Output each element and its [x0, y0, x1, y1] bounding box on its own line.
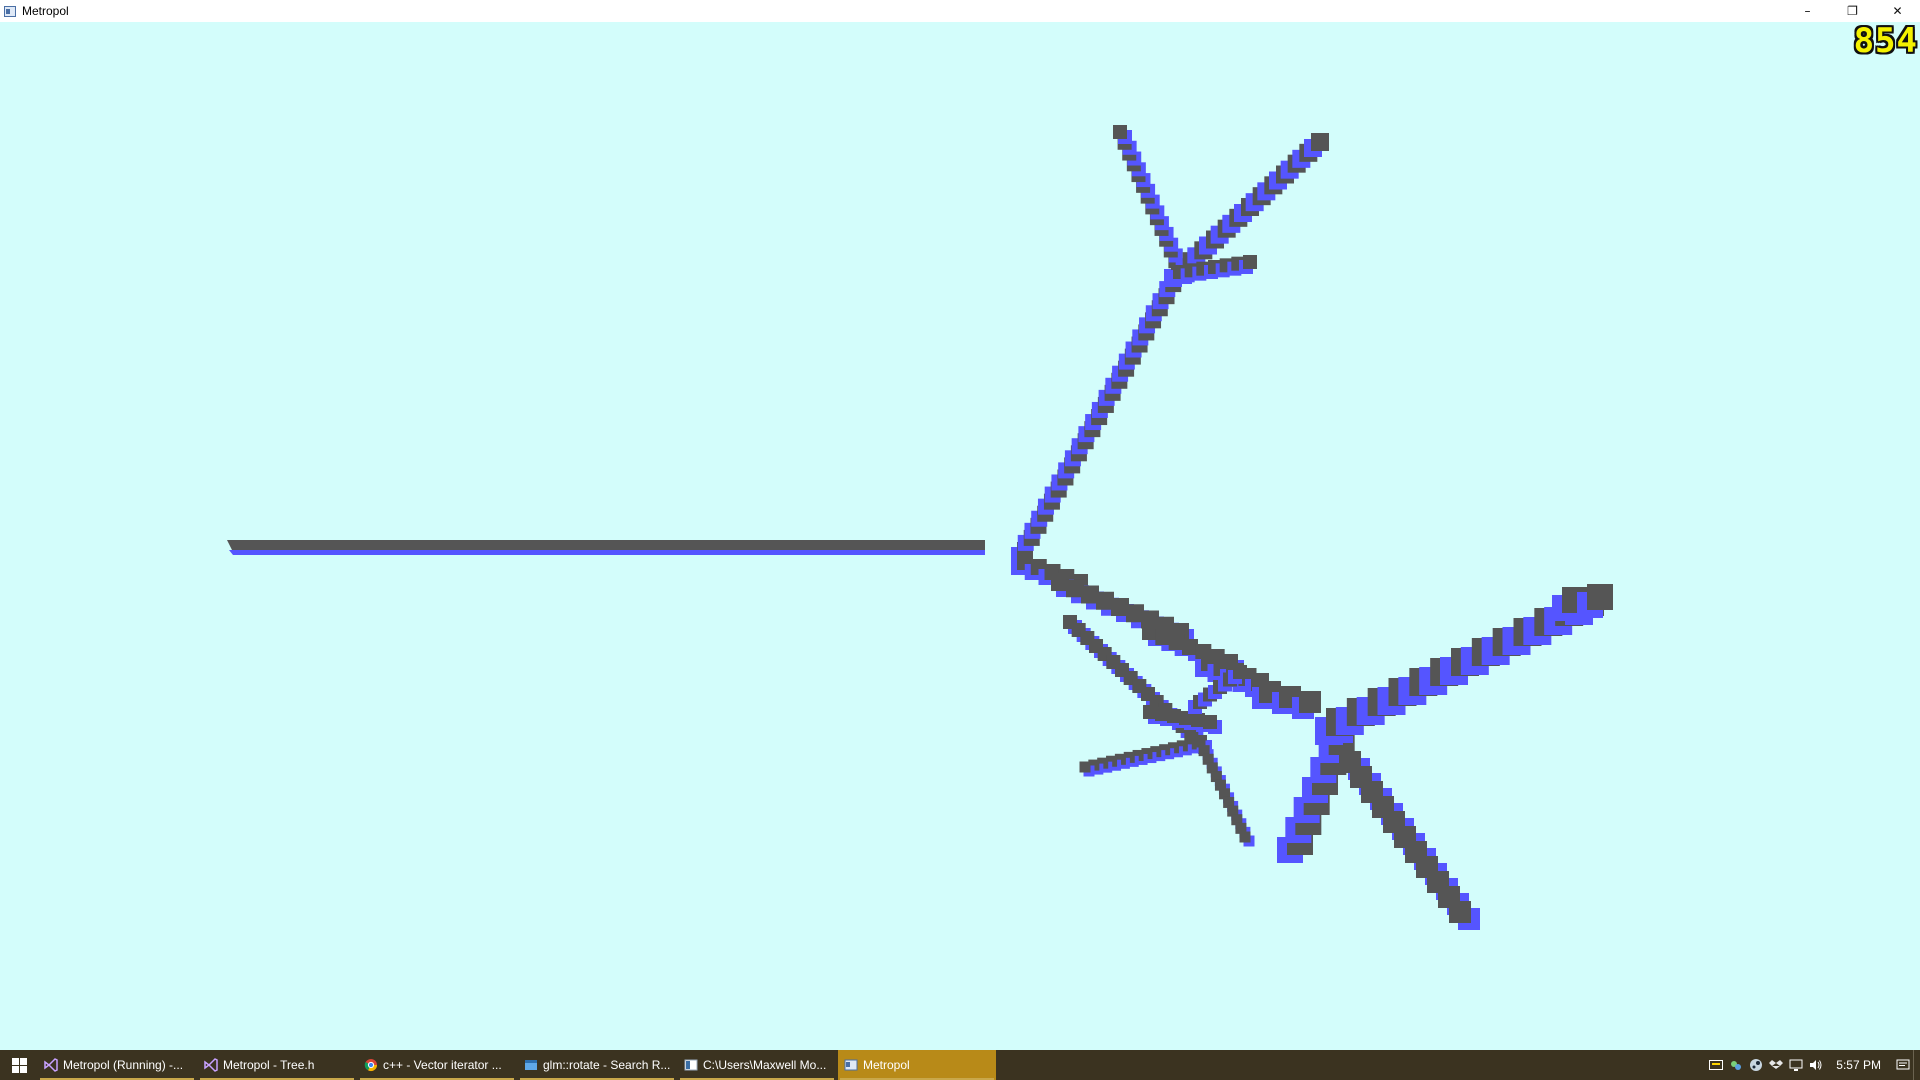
chrome-icon [364, 1058, 378, 1072]
network-app-icon[interactable] [1728, 1057, 1744, 1073]
start-button[interactable] [0, 1050, 38, 1080]
network-icon[interactable] [1788, 1057, 1804, 1073]
taskbar-item-explorer[interactable]: C:\Users\Maxwell Mo... [678, 1050, 836, 1080]
minimize-icon: – [1804, 4, 1811, 18]
taskbar-item-label: C:\Users\Maxwell Mo... [703, 1058, 827, 1072]
browser-icon [524, 1058, 538, 1072]
title-bar: Metropol – ❐ ✕ [0, 0, 1920, 22]
voxel-top-face [1243, 255, 1257, 269]
taskbar-item-glm-search[interactable]: glm::rotate - Search R... [518, 1050, 676, 1080]
taskbar-item-metropol[interactable]: Metropol [838, 1050, 996, 1080]
voxel-top-face [1311, 133, 1329, 151]
close-button[interactable]: ✕ [1875, 0, 1920, 22]
windows-logo-icon [11, 1057, 27, 1073]
trunk-beam-side [229, 550, 985, 555]
voxel-top-face [1203, 715, 1217, 729]
voxel-top-face [1079, 761, 1091, 773]
voxel-top-face [1449, 901, 1471, 923]
voxel-top-face [1143, 705, 1157, 719]
taskbar-clock[interactable]: 5:57 PM [1836, 1058, 1881, 1072]
taskbar-item-label: Metropol [863, 1058, 910, 1072]
explorer-icon [684, 1058, 698, 1072]
taskbar-item-metropol-running[interactable]: Metropol (Running) -... [38, 1050, 196, 1080]
render-viewport[interactable]: 854 [0, 22, 1920, 1050]
system-tray: 5:57 PM [1706, 1050, 1920, 1080]
restore-button[interactable]: ❐ [1830, 0, 1875, 22]
taskbar-item-label: Metropol (Running) -... [63, 1058, 184, 1072]
voxel-top-face [1155, 707, 1169, 721]
notification-icon[interactable] [1895, 1057, 1911, 1073]
app-window-icon [844, 1058, 858, 1072]
window-title: Metropol [22, 4, 69, 18]
taskbar-item-label: Metropol - Tree.h [223, 1058, 315, 1072]
voxel-top-face [1587, 584, 1613, 610]
taskbar-item-label: c++ - Vector iterator ... [383, 1058, 502, 1072]
taskbar-item-label: glm::rotate - Search R... [543, 1058, 671, 1072]
keyboard-icon[interactable] [1708, 1057, 1724, 1073]
show-desktop-button[interactable] [1913, 1050, 1920, 1080]
taskbar-item-tree-h[interactable]: Metropol - Tree.h [198, 1050, 356, 1080]
minimize-button[interactable]: – [1785, 0, 1830, 22]
voxel-top-face [1233, 665, 1247, 679]
voxel-top-face [1239, 831, 1251, 843]
dropbox-icon[interactable] [1768, 1057, 1784, 1073]
taskbar-item-chrome[interactable]: c++ - Vector iterator ... [358, 1050, 516, 1080]
fps-counter: 854 [1853, 21, 1918, 61]
visual-studio-icon [44, 1058, 58, 1072]
steam-icon[interactable] [1748, 1057, 1764, 1073]
app-window-icon [4, 5, 16, 17]
volume-icon[interactable] [1808, 1057, 1824, 1073]
visual-studio-icon [204, 1058, 218, 1072]
close-icon: ✕ [1892, 4, 1903, 18]
window-controls: – ❐ ✕ [1785, 0, 1920, 22]
voxel-top-face [1113, 125, 1127, 139]
voxel-top-face [1191, 713, 1205, 727]
voxel-top-face [1167, 709, 1181, 723]
tree-render-scene [227, 125, 1613, 930]
restore-icon: ❐ [1847, 4, 1858, 18]
taskbar: Metropol (Running) -... Metropol - Tree.… [0, 1050, 1920, 1080]
voxel-top-face [1299, 691, 1321, 713]
